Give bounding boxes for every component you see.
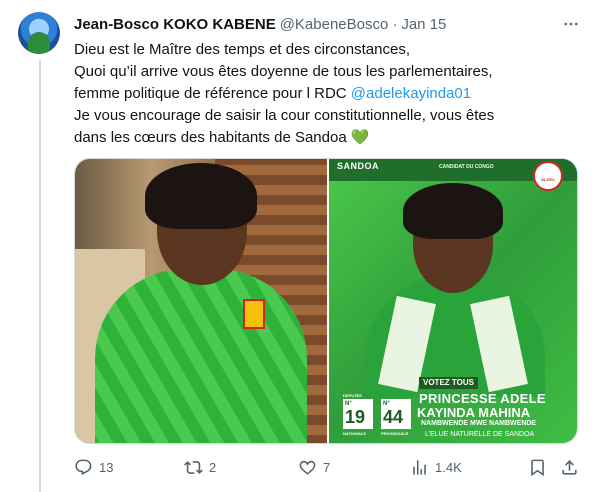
retweet-count: 2 — [209, 459, 217, 475]
photo-badge — [243, 299, 265, 329]
avatar[interactable] — [18, 12, 60, 54]
reply-icon — [75, 459, 92, 475]
tweet-line-1: Dieu est le Maître des temps et des circ… — [74, 41, 410, 58]
more-icon — [564, 22, 578, 26]
views-icon — [413, 459, 426, 475]
candidate-motto: NAMBWENDE MWE NAMBWENDE — [421, 420, 537, 427]
green-heart-emoji: 💚 — [350, 129, 370, 146]
like-count: 7 — [323, 459, 331, 475]
provincial-number: 44 — [383, 407, 404, 427]
retweet-button[interactable]: 2 — [184, 456, 216, 478]
tweet-line-3-text: femme politique de référence pour l RDC — [74, 85, 351, 102]
photo-green-dress — [95, 269, 307, 443]
photo-hair — [145, 163, 257, 229]
national-label: NATIONALE — [343, 431, 367, 436]
separator-dot: · — [392, 15, 398, 33]
tweet-line-4: Je vous encourage de saisir la cour cons… — [74, 107, 495, 124]
retweet-icon — [184, 460, 203, 474]
tweet-header: Jean-Bosco KOKO KABENE @KabeneBosco · Ja… — [74, 14, 446, 34]
bookmark-button[interactable] — [528, 456, 547, 478]
reply-count: 13 — [99, 459, 114, 475]
candidate-first-name: PRINCESSE ADELE — [419, 391, 546, 406]
views-button[interactable]: 1.4K — [410, 456, 462, 478]
tweet[interactable]: Jean-Bosco KOKO KABENE @KabeneBosco · Ja… — [0, 0, 598, 492]
like-icon — [299, 460, 316, 475]
reply-button[interactable]: 13 — [74, 456, 113, 478]
poster-person-hair — [403, 183, 503, 239]
share-button[interactable] — [560, 456, 579, 478]
party-logo-text: ALDEC — [541, 177, 555, 182]
share-icon — [562, 459, 577, 475]
poster-votez: VOTEZ TOUS — [419, 377, 478, 389]
author-handle[interactable]: @KabeneBosco — [280, 16, 389, 33]
candidate-tagline: L’ELUE NATURELLE DE SANDOA — [425, 431, 535, 438]
thread-line — [39, 60, 41, 492]
media-grid: SANDOA CANDIDAT DU CONGO ALDEC VOTEZ TOU… — [74, 158, 578, 444]
mention-link[interactable]: @adelekayinda01 — [351, 85, 471, 102]
like-button[interactable]: 7 — [298, 456, 330, 478]
views-count: 1.4K — [435, 459, 462, 475]
poster-region: SANDOA — [337, 161, 380, 171]
provincial-label: PROVINCIALE — [381, 431, 409, 436]
tweet-line-2: Quoi qu’il arrive vous êtes doyenne de t… — [74, 63, 493, 80]
action-bar: 13 2 7 1.4K — [74, 456, 578, 478]
bookmark-icon — [531, 459, 544, 476]
author-name[interactable]: Jean-Bosco KOKO KABENE — [74, 16, 276, 33]
tweet-text: Dieu est le Maître des temps et des circ… — [74, 39, 574, 149]
tweet-line-5: dans les cœurs des habitants de Sandoa 💚 — [74, 127, 574, 149]
photo-left[interactable] — [75, 159, 327, 443]
tweet-line-3: femme politique de référence pour l RDC … — [74, 83, 574, 105]
poster-deputee: DEPUTEE — [343, 393, 362, 398]
candidate-last-name: KAYINDA MAHINA — [417, 405, 531, 420]
provincial-number-box: N° 44 — [381, 399, 411, 429]
more-button[interactable] — [560, 14, 582, 34]
national-number-box: N° 19 — [343, 399, 373, 429]
party-logo — [533, 161, 563, 191]
poster-candidate-header: CANDIDAT DU CONGO — [439, 164, 494, 170]
tweet-date[interactable]: Jan 15 — [401, 16, 446, 33]
campaign-poster[interactable]: SANDOA CANDIDAT DU CONGO ALDEC VOTEZ TOU… — [329, 159, 577, 443]
tweet-line-5-text: dans les cœurs des habitants de Sandoa — [74, 129, 351, 146]
national-number: 19 — [345, 407, 366, 427]
